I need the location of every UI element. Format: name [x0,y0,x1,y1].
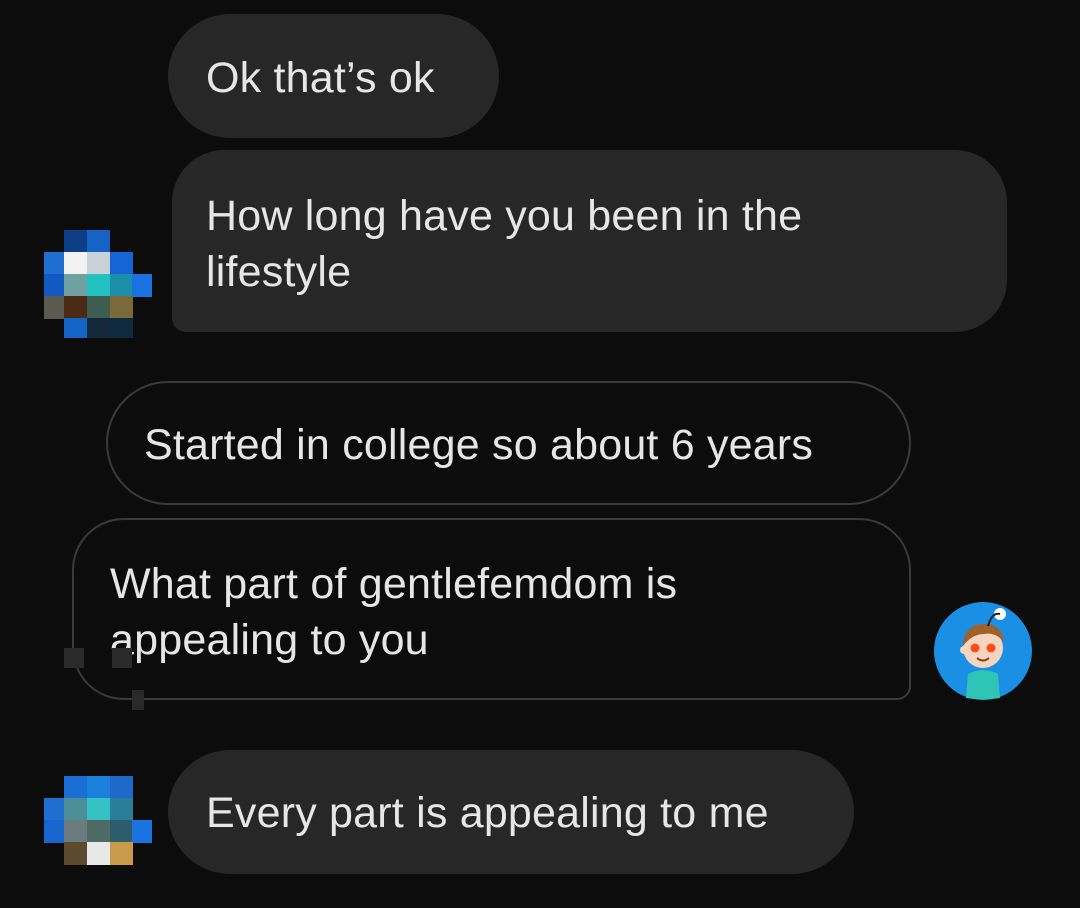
pixelated-avatar-icon[interactable] [44,776,152,884]
reddit-snoo-avatar-icon[interactable] [934,602,1032,700]
message-bubble-outgoing[interactable]: Started in college so about 6 years [106,381,911,505]
message-bubble-incoming[interactable]: How long have you been in the lifestyle [172,150,1007,332]
artifact-square [132,690,144,710]
message-text: Ok that’s ok [206,54,435,102]
message-text-line: lifestyle [206,248,352,296]
artifact-square [112,648,132,668]
message-text-line: How long have you been in the [206,192,803,240]
message-bubble-incoming[interactable]: Ok that’s ok [168,14,499,138]
artifact-square [64,648,84,668]
message-text-line: What part of gentlefemdom is [110,560,678,608]
pixelated-avatar-icon[interactable] [44,230,152,338]
message-text-line: appealing to you [110,616,429,664]
message-bubble-outgoing[interactable]: What part of gentlefemdom is appealing t… [72,518,911,700]
message-text: Started in college so about 6 years [144,421,814,469]
message-bubble-incoming[interactable]: Every part is appealing to me [168,750,854,874]
message-text: Every part is appealing to me [206,789,769,837]
